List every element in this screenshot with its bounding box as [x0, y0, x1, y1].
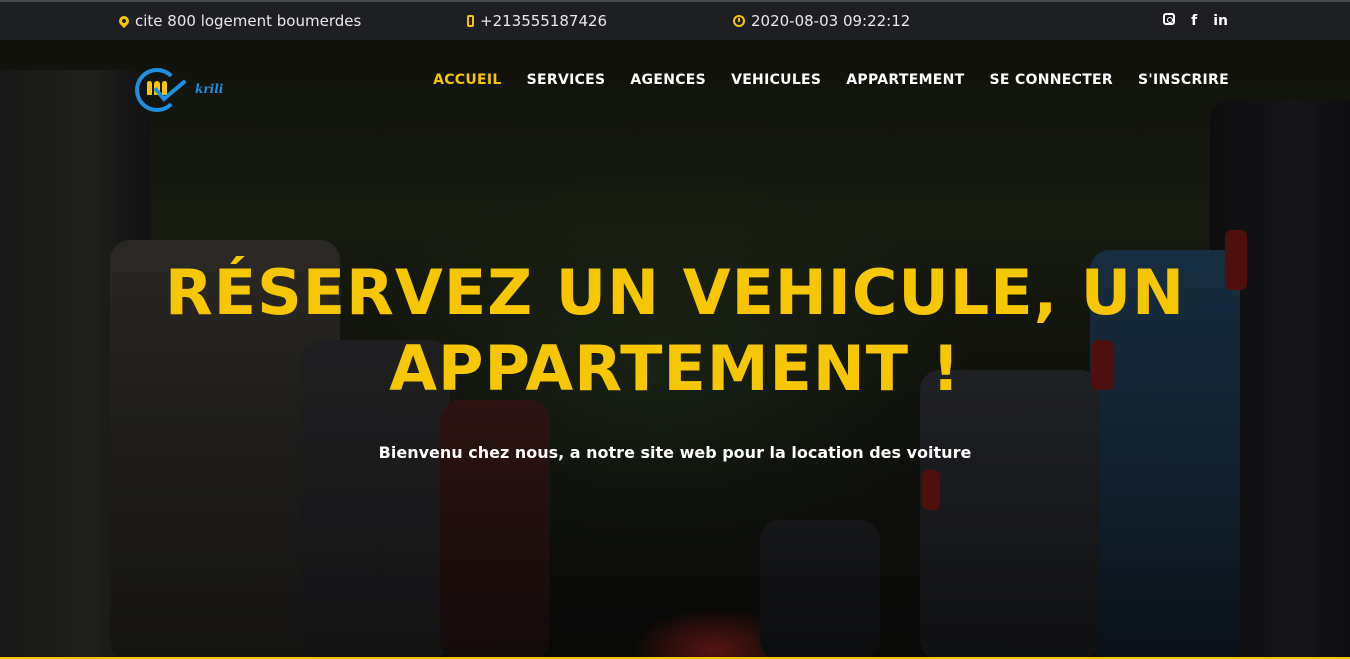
hero-subtitle: Bienvenu chez nous, a notre site web pou…: [378, 443, 972, 462]
social-links: f in: [1163, 13, 1228, 29]
nav-item-accueil[interactable]: ACCUEIL: [433, 72, 502, 88]
nav-item-s-inscrire[interactable]: S'INSCRIRE: [1138, 72, 1229, 88]
linkedin-icon[interactable]: in: [1213, 13, 1228, 29]
nav-item-se-connecter[interactable]: SE CONNECTER: [990, 72, 1113, 88]
phone-text: +213555187426: [480, 12, 608, 30]
hero-headline-line1: RÉSERVEZ UN VEHICULE, UN: [165, 256, 1185, 329]
nav-item-vehicules[interactable]: VEHICULES: [731, 72, 821, 88]
nav-item-appartement[interactable]: APPARTEMENT: [846, 72, 964, 88]
nav-item-services[interactable]: SERVICES: [527, 72, 606, 88]
clock-icon: [733, 15, 745, 27]
datetime-text: 2020-08-03 09:22:12: [751, 12, 911, 30]
main-nav: ACCUEIL SERVICES AGENCES VEHICULES APPAR…: [433, 72, 1229, 88]
hero-headline: RÉSERVEZ UN VEHICULE, UN APPARTEMENT !: [0, 255, 1350, 407]
facebook-icon[interactable]: f: [1191, 13, 1197, 29]
logo-text: krili: [195, 82, 224, 96]
top-bar: cite 800 logement boumerdes +21355518742…: [0, 0, 1350, 40]
phone-info: +213555187426: [467, 12, 607, 30]
address-info: cite 800 logement boumerdes: [116, 12, 362, 30]
address-text: cite 800 logement boumerdes: [135, 12, 362, 30]
datetime-info: 2020-08-03 09:22:12: [733, 12, 910, 30]
hero-headline-line2: APPARTEMENT !: [389, 332, 961, 405]
phone-icon: [467, 15, 474, 27]
map-marker-icon: [116, 13, 132, 29]
site-logo[interactable]: krili: [135, 68, 225, 114]
nav-item-agences[interactable]: AGENCES: [630, 72, 706, 88]
instagram-icon[interactable]: [1163, 13, 1176, 25]
